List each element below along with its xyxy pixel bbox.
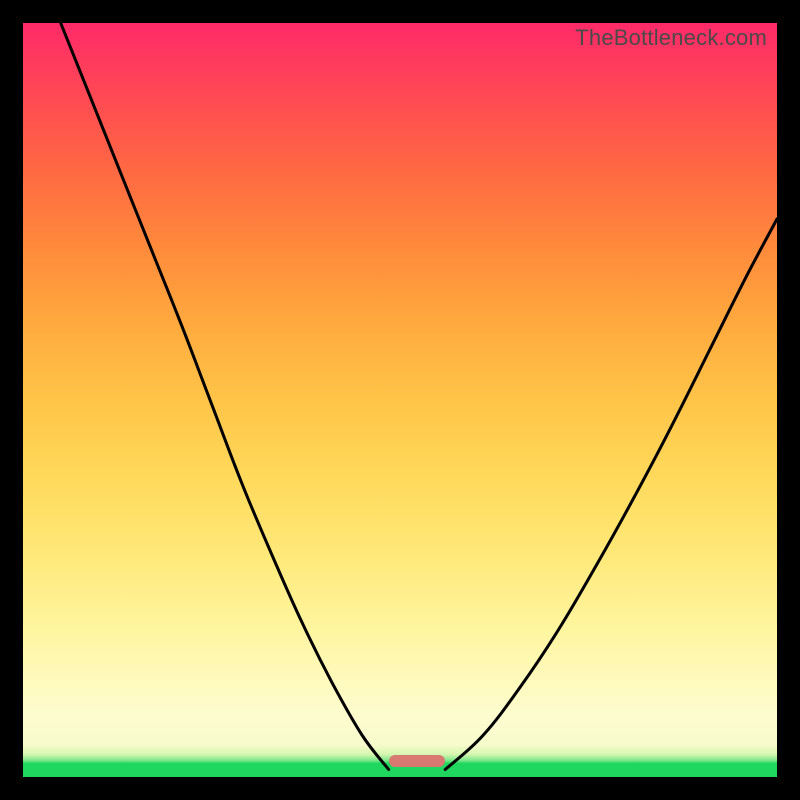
bottleneck-curve — [23, 23, 777, 777]
chart-frame: TheBottleneck.com — [0, 0, 800, 800]
curve-right-branch — [445, 219, 777, 770]
plot-area: TheBottleneck.com — [23, 23, 777, 777]
optimal-range-marker — [389, 755, 446, 767]
curve-left-branch — [61, 23, 389, 770]
